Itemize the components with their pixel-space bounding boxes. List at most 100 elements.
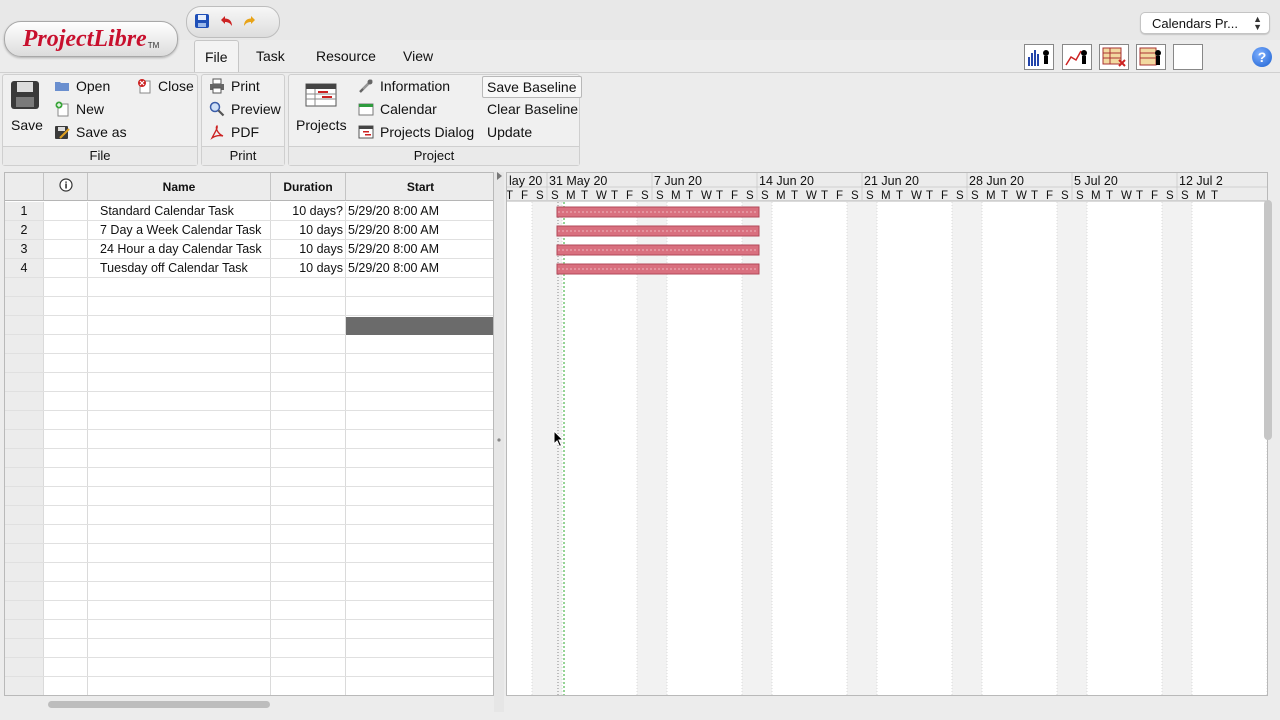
table-row[interactable] — [5, 449, 493, 468]
task-duration-cell[interactable] — [271, 430, 346, 448]
task-name-cell[interactable] — [88, 297, 271, 315]
task-duration-cell[interactable]: 10 days? — [271, 202, 346, 220]
task-start-cell[interactable] — [346, 354, 493, 372]
row-id[interactable] — [5, 525, 44, 543]
row-id[interactable] — [5, 487, 44, 505]
task-duration-cell[interactable]: 10 days — [271, 221, 346, 239]
task-name-cell[interactable] — [88, 392, 271, 410]
task-start-cell[interactable] — [346, 449, 493, 467]
row-indicator[interactable] — [44, 506, 88, 524]
task-start-cell[interactable] — [346, 563, 493, 581]
table-row[interactable] — [5, 335, 493, 354]
task-start-cell[interactable]: 5/29/20 8:00 AM — [346, 202, 493, 220]
resource-usage-icon[interactable] — [1136, 44, 1166, 70]
table-row[interactable] — [5, 525, 493, 544]
task-duration-cell[interactable]: 10 days — [271, 259, 346, 277]
row-indicator[interactable] — [44, 221, 88, 239]
table-row[interactable] — [5, 658, 493, 677]
table-row[interactable] — [5, 563, 493, 582]
project-selector[interactable]: Calendars Pr... ▲ ▼ — [1140, 12, 1270, 34]
clear-baseline-button[interactable]: Clear Baseline — [487, 99, 578, 119]
row-indicator[interactable] — [44, 202, 88, 220]
row-id[interactable] — [5, 373, 44, 391]
task-name-cell[interactable]: Tuesday off Calendar Task — [88, 259, 271, 277]
row-indicator[interactable] — [44, 677, 88, 695]
row-indicator[interactable] — [44, 335, 88, 353]
table-row[interactable] — [5, 411, 493, 430]
task-name-cell[interactable] — [88, 316, 271, 334]
gantt-vertical-scroll-thumb[interactable] — [1264, 200, 1272, 440]
header-indicators[interactable]: i — [44, 173, 88, 201]
row-id[interactable] — [5, 563, 44, 581]
row-indicator[interactable] — [44, 278, 88, 296]
table-row[interactable] — [5, 639, 493, 658]
header-duration[interactable]: Duration — [271, 173, 346, 201]
pdf-button[interactable]: PDF — [209, 122, 259, 142]
task-start-cell[interactable] — [346, 430, 493, 448]
tab-task[interactable]: Task — [246, 40, 295, 72]
row-id[interactable] — [5, 449, 44, 467]
task-duration-cell[interactable] — [271, 373, 346, 391]
task-start-cell[interactable] — [346, 658, 493, 676]
row-indicator[interactable] — [44, 354, 88, 372]
task-duration-cell[interactable]: 10 days — [271, 240, 346, 258]
row-indicator[interactable] — [44, 563, 88, 581]
row-id[interactable] — [5, 411, 44, 429]
row-indicator[interactable] — [44, 449, 88, 467]
row-id[interactable] — [5, 544, 44, 562]
task-start-cell[interactable] — [346, 411, 493, 429]
projects-button[interactable]: Projects — [296, 115, 347, 135]
row-indicator[interactable] — [44, 544, 88, 562]
task-name-cell[interactable]: Standard Calendar Task — [88, 202, 271, 220]
row-indicator[interactable] — [44, 582, 88, 600]
table-row[interactable] — [5, 582, 493, 601]
task-duration-cell[interactable] — [271, 658, 346, 676]
projects-dialog-button[interactable]: Projects Dialog — [358, 122, 474, 142]
task-start-cell[interactable] — [346, 601, 493, 619]
task-start-cell[interactable] — [346, 620, 493, 638]
row-indicator[interactable] — [44, 658, 88, 676]
row-id[interactable] — [5, 582, 44, 600]
task-usage-icon[interactable] — [1099, 44, 1129, 70]
task-start-cell[interactable] — [346, 677, 493, 695]
table-row[interactable] — [5, 487, 493, 506]
task-name-cell[interactable] — [88, 335, 271, 353]
row-id[interactable] — [5, 278, 44, 296]
no-sub-view-icon[interactable] — [1173, 44, 1203, 70]
row-id[interactable] — [5, 601, 44, 619]
task-duration-cell[interactable] — [271, 620, 346, 638]
preview-button[interactable]: Preview — [209, 99, 281, 119]
task-name-cell[interactable] — [88, 658, 271, 676]
help-icon[interactable]: ? — [1252, 47, 1272, 67]
task-name-cell[interactable] — [88, 373, 271, 391]
task-start-cell[interactable]: 5/29/20 8:00 AM — [346, 240, 493, 258]
row-indicator[interactable] — [44, 316, 88, 334]
close-button[interactable]: Close — [136, 76, 194, 96]
task-start-cell[interactable] — [346, 297, 493, 315]
task-duration-cell[interactable] — [271, 354, 346, 372]
table-scroll-thumb[interactable] — [48, 701, 270, 708]
row-indicator[interactable] — [44, 240, 88, 258]
task-start-cell[interactable] — [346, 506, 493, 524]
row-id[interactable] — [5, 392, 44, 410]
row-id[interactable] — [5, 620, 44, 638]
task-start-cell[interactable] — [346, 487, 493, 505]
table-row[interactable] — [5, 677, 493, 695]
task-name-cell[interactable] — [88, 278, 271, 296]
task-duration-cell[interactable] — [271, 487, 346, 505]
task-duration-cell[interactable] — [271, 335, 346, 353]
task-start-cell[interactable] — [346, 525, 493, 543]
redo-icon[interactable] — [242, 13, 260, 31]
task-name-cell[interactable] — [88, 582, 271, 600]
row-indicator[interactable] — [44, 392, 88, 410]
table-row[interactable] — [5, 620, 493, 639]
header-start[interactable]: Start — [346, 173, 493, 201]
tab-file[interactable]: File — [194, 40, 239, 73]
information-button[interactable]: Information — [358, 76, 450, 96]
task-name-cell[interactable] — [88, 544, 271, 562]
selected-cell[interactable] — [346, 317, 493, 335]
task-duration-cell[interactable] — [271, 278, 346, 296]
row-id[interactable] — [5, 639, 44, 657]
task-start-cell[interactable]: 5/29/20 8:00 AM — [346, 259, 493, 277]
table-row[interactable]: 1 Standard Calendar Task 10 days? 5/29/20 8… — [5, 202, 493, 221]
